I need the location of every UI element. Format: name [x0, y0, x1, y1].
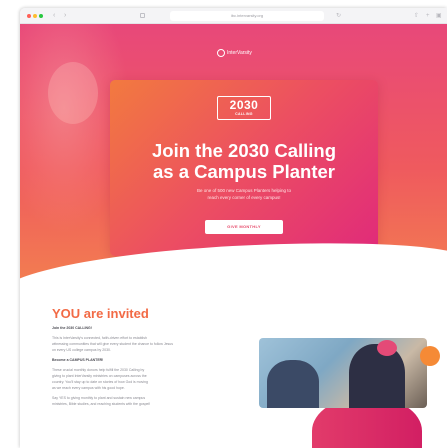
invite-text-line: Say YES to giving monthly to plant and s… — [52, 396, 146, 400]
invite-text-line: country. You'll stay up to date on stori… — [52, 380, 148, 384]
students-photo — [259, 338, 427, 408]
hero-title-line-1: Join the 2030 Calling — [151, 140, 337, 161]
hero-card: 2030 CALLING Join the 2030 Calling as a … — [110, 80, 378, 256]
decorative-orange-circle — [420, 346, 440, 366]
invite-text-line: witnessing communities that will give ev… — [52, 342, 174, 346]
hero-subtitle: Be one of 500 new Campus Planters helpin… — [164, 188, 324, 201]
address-bar[interactable]: ibc.intervarsity.org — [170, 11, 324, 21]
invite-text-line: This is InterVarsity's connected, faith-… — [52, 336, 147, 340]
calling-2030-badge: 2030 CALLING — [217, 96, 271, 120]
new-tab-icon[interactable]: + — [426, 12, 430, 20]
logo-text: InterVarsity — [227, 50, 252, 56]
invite-text-line: on every US college campus by 2030. — [52, 348, 111, 352]
close-window-button[interactable] — [27, 14, 31, 18]
reload-icon[interactable]: ↻ — [336, 12, 341, 20]
intervarsity-logo-icon — [217, 49, 225, 57]
maximize-window-button[interactable] — [39, 14, 43, 18]
invite-text-line: as we reach every campus with his good h… — [52, 386, 125, 390]
site-logo[interactable]: InterVarsity — [217, 48, 267, 58]
invite-text-line: Become a CAMPUS PLANTER! — [52, 358, 104, 362]
student-photo — [48, 62, 98, 124]
invite-text-line: giving to plant InterVarsity ministries … — [52, 374, 147, 378]
hero-section: InterVarsity 2030 CALLING Join the 2030 … — [20, 24, 447, 286]
browser-toolbar: ‹ › ibc.intervarsity.org ↻ ⇧ + ▣ — [20, 8, 447, 24]
badge-year: 2030 — [229, 98, 259, 112]
badge-subtitle: CALLING — [235, 112, 253, 116]
share-icon[interactable]: ⇧ — [414, 12, 419, 20]
forward-arrow-icon[interactable]: › — [64, 11, 66, 21]
student-figure — [267, 360, 319, 408]
tabs-overview-icon[interactable]: ▣ — [436, 12, 442, 20]
give-monthly-button[interactable]: GIVE MONTHLY — [205, 220, 283, 234]
student-figure — [349, 344, 405, 408]
invite-text-line: ministries, Bible studies, and reaching … — [52, 402, 151, 406]
hero-title-line-2: as a Campus Planter — [153, 161, 335, 182]
invite-text-line: These crucial monthly donors help fulfil… — [52, 368, 145, 372]
shield-icon[interactable] — [140, 13, 145, 18]
hero-title: Join the 2030 Calling as a Campus Plante… — [120, 140, 368, 182]
photo-accent — [377, 340, 397, 356]
hero-subtitle-line-2: reach every corner of every campus! — [207, 194, 281, 200]
back-arrow-icon[interactable]: ‹ — [53, 11, 55, 21]
invite-text-line: Join the 2030 CALLING! — [52, 326, 92, 330]
minimize-window-button[interactable] — [33, 14, 37, 18]
invite-heading: YOU are invited — [52, 306, 149, 321]
